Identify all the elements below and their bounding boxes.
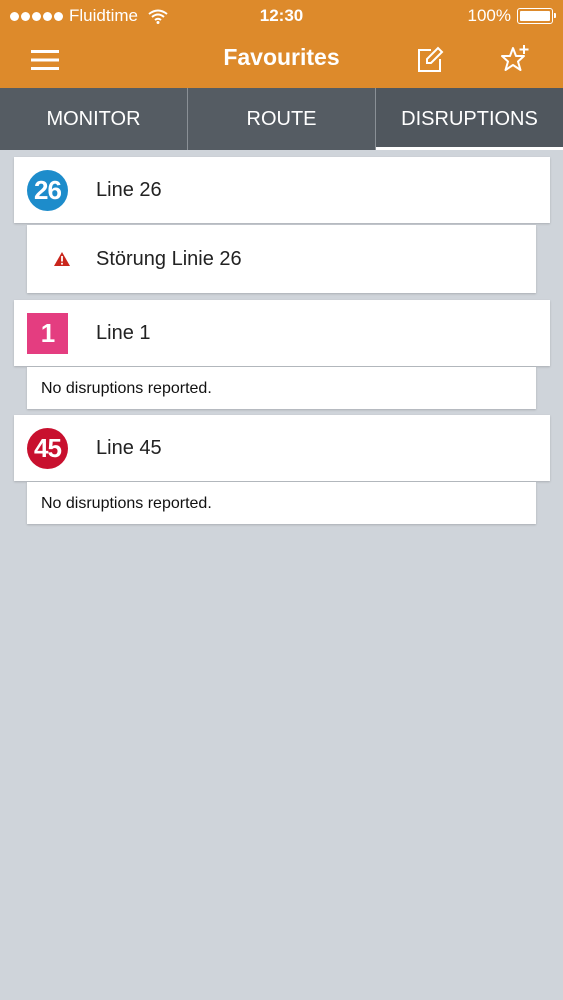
disruption-title: Störung Linie 26 [96,248,242,270]
warning-icon [54,252,70,266]
no-disruptions-text: No disruptions reported. [41,495,212,512]
tab-disruptions[interactable]: DISRUPTIONS [375,88,563,150]
page-title: Favourites [223,44,340,70]
favourite-add-icon [501,45,529,71]
no-disruptions-text: No disruptions reported. [41,380,212,397]
tab-bar: MONITOR ROUTE DISRUPTIONS [0,88,563,150]
navigation-bar: Favourites [0,32,563,88]
line-badge: 45 [27,428,68,469]
line-header-26[interactable]: 26 Line 26 [14,157,550,223]
edit-button[interactable] [412,42,448,78]
battery-percent: 100% [467,6,511,25]
add-favourite-button[interactable] [497,42,533,78]
line-header-45[interactable]: 45 Line 45 [14,415,550,481]
disruption-item[interactable]: Störung Linie 26 [27,225,536,293]
line-badge: 26 [27,170,68,211]
tab-route[interactable]: ROUTE [187,88,375,150]
edit-icon [418,46,444,72]
line-header-1[interactable]: 1 Line 1 [14,300,550,366]
battery-info: 100% [467,6,556,26]
line-label: Line 1 [96,322,151,344]
line-badge: 1 [27,313,68,354]
no-disruptions-item: No disruptions reported. [27,482,536,524]
status-bar: Fluidtime 12:30 100% [0,0,563,32]
line-label: Line 26 [96,179,162,201]
no-disruptions-item: No disruptions reported. [27,367,536,409]
line-label: Line 45 [96,437,162,459]
tab-monitor[interactable]: MONITOR [0,88,187,150]
battery-icon [517,8,556,24]
